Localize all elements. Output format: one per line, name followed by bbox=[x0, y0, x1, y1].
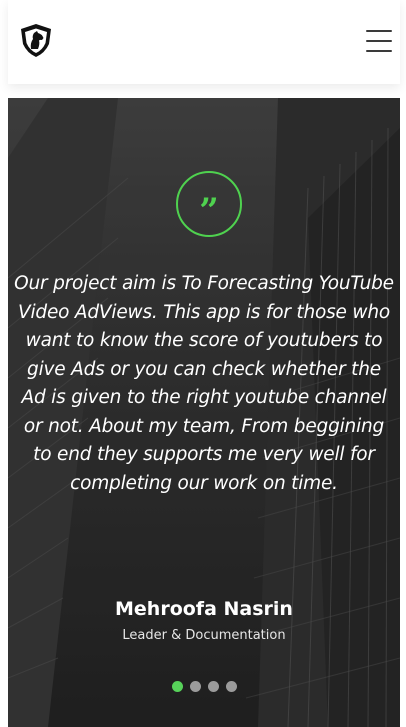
carousel-dot[interactable] bbox=[225, 681, 237, 692]
carousel-dot[interactable] bbox=[207, 681, 219, 692]
quote-icon: ” bbox=[176, 171, 242, 237]
menu-bar bbox=[366, 40, 392, 42]
quote-glyph: ” bbox=[199, 191, 219, 231]
site-header bbox=[8, 0, 400, 84]
menu-bar bbox=[366, 30, 392, 32]
menu-bar bbox=[366, 50, 392, 52]
carousel-dots bbox=[8, 681, 400, 692]
carousel-dot[interactable] bbox=[189, 681, 201, 692]
testimonial-role: Leader & Documentation bbox=[122, 628, 286, 643]
carousel-dot[interactable] bbox=[171, 681, 183, 692]
testimonial-author: Mehroofa Nasrin bbox=[115, 598, 293, 620]
testimonial-text: Our project aim is To Forecasting YouTub… bbox=[14, 273, 394, 494]
hamburger-menu-button[interactable] bbox=[366, 30, 392, 52]
testimonial-section: ” Our project aim is To Forecasting YouT… bbox=[8, 98, 400, 727]
logo-shield-horse-icon[interactable] bbox=[18, 22, 54, 58]
